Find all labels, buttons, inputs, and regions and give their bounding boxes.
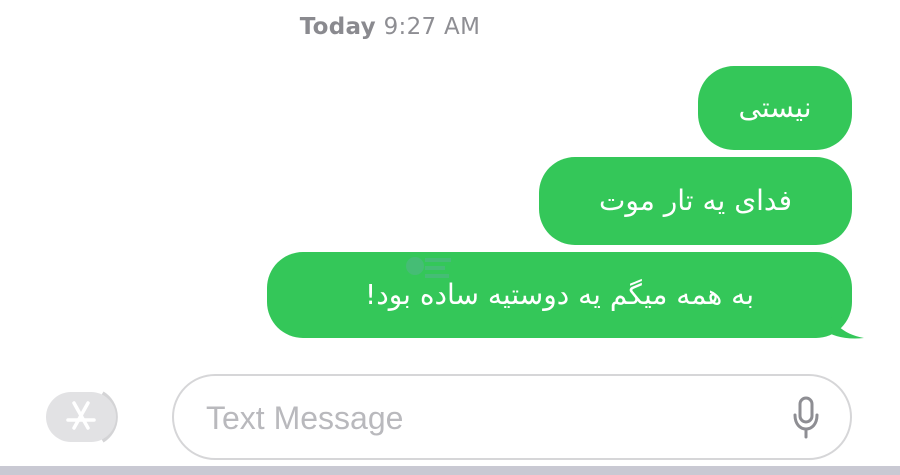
message-bubble[interactable]: فدای یه تار موت — [539, 157, 852, 245]
message-bubble[interactable]: نیستی — [698, 66, 852, 150]
message-bubble[interactable]: به همه میگم یه دوستیه ساده بود! — [267, 252, 852, 338]
watermark-logo — [406, 257, 451, 278]
app-store-icon — [46, 391, 118, 443]
message-input-placeholder: Text Message — [206, 400, 404, 436]
timestamp-time: 9:27 AM — [383, 14, 481, 40]
microphone-icon[interactable] — [792, 396, 820, 440]
message-timestamp: Today 9:27 AM — [0, 14, 780, 40]
timestamp-day: Today — [299, 14, 376, 40]
message-text: نیستی — [738, 91, 812, 124]
bubble-tail — [824, 300, 864, 339]
keyboard-divider — [0, 466, 900, 475]
message-input[interactable]: Text Message — [172, 374, 852, 460]
app-store-button[interactable] — [44, 390, 130, 444]
message-text: فدای یه تار موت — [599, 184, 792, 217]
